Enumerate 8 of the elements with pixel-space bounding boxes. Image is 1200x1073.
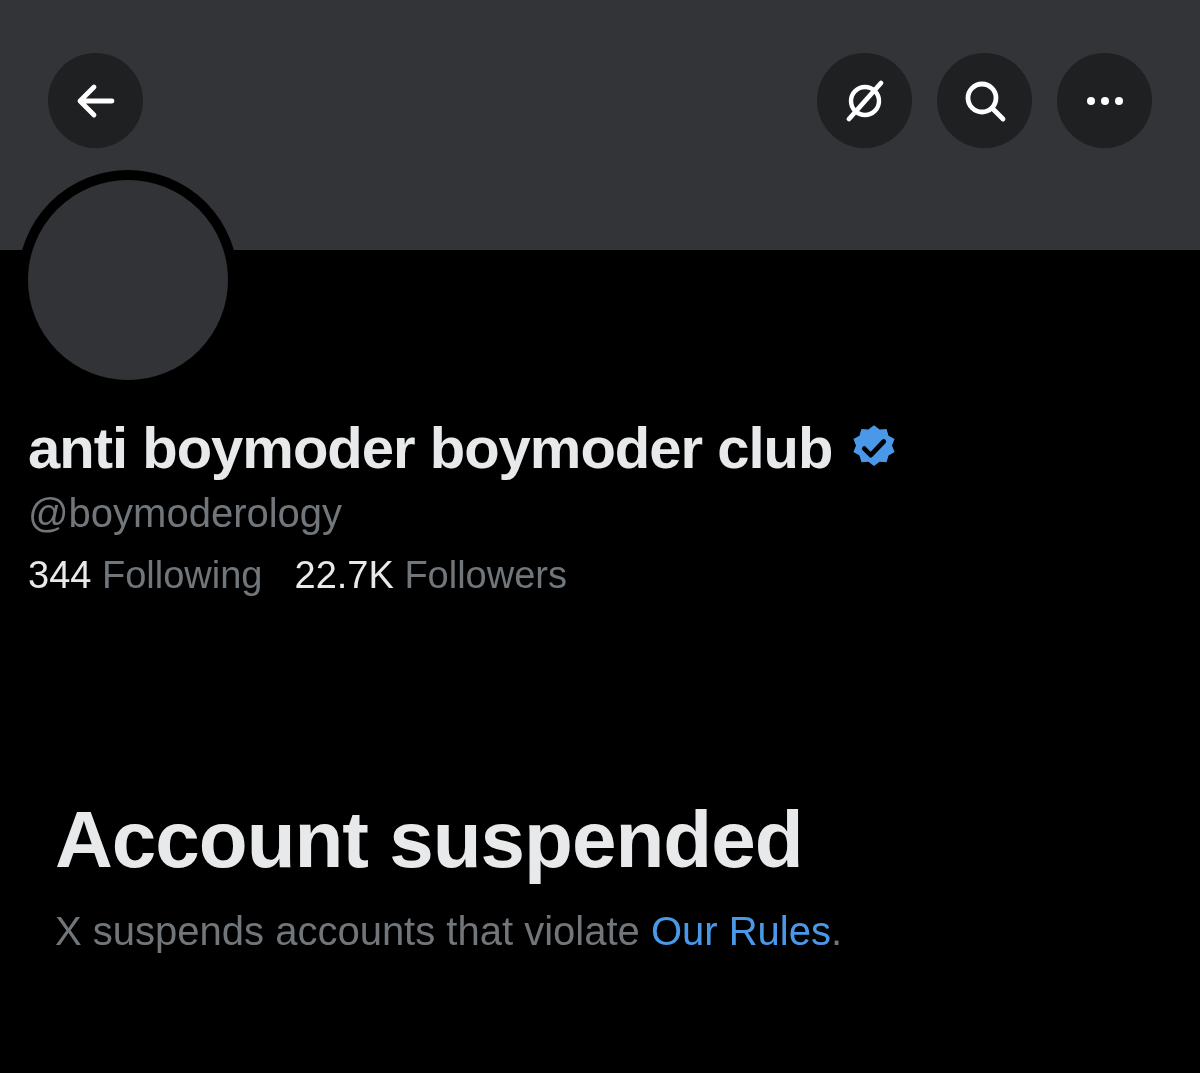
more-icon: [1086, 96, 1123, 105]
suspended-title: Account suspended: [55, 794, 804, 886]
rules-link[interactable]: Our Rules: [650, 909, 831, 953]
suspension-message: X suspends accounts that violate Our Rules.: [55, 908, 844, 955]
display-name: anti boymoder boymoder club: [28, 414, 833, 482]
following-link[interactable]: 344 Following: [28, 550, 263, 600]
user-handle: @boymoderology: [28, 490, 344, 537]
followers-link[interactable]: 22.7K Followers: [294, 550, 567, 600]
